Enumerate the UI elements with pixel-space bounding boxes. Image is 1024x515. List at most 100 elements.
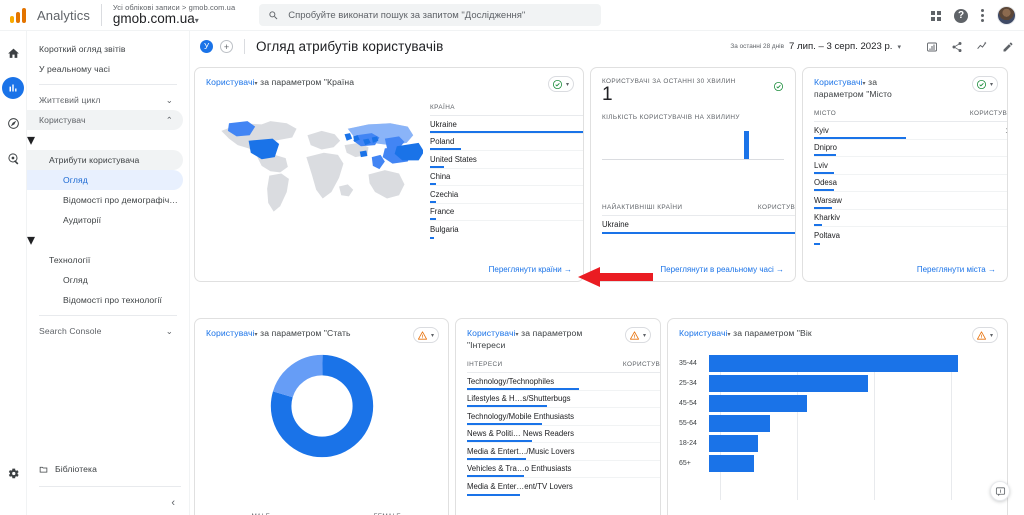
- compare-icon[interactable]: [926, 41, 938, 53]
- sidebar-group-lifecycle[interactable]: Життєвий цикл ⌄: [27, 90, 189, 110]
- sidebar-item-label: Відомості про демографіч…: [63, 195, 178, 205]
- table-row[interactable]: Ukraine 1: [602, 216, 795, 234]
- table-row[interactable]: Odesa28: [814, 175, 1007, 192]
- bar-row[interactable]: 65+: [679, 455, 995, 472]
- sidebar-item-audiences[interactable]: Аудиторії: [27, 210, 189, 230]
- chevron-down-icon[interactable]: ▾: [516, 332, 519, 338]
- annotation-arrow-icon: [578, 267, 653, 287]
- card-metric-label[interactable]: Користувачі: [206, 77, 255, 87]
- insights-icon[interactable]: [976, 40, 989, 53]
- chevron-left-icon[interactable]: ‹: [171, 497, 175, 509]
- table-row[interactable]: Bulgaria3: [430, 221, 583, 239]
- bar-label: 55-64: [679, 419, 697, 427]
- table-row[interactable]: Ukraine338: [430, 116, 583, 134]
- table-row[interactable]: Vehicles & Tra…o Enthusiasts36: [467, 461, 660, 478]
- table-row[interactable]: Dnipro32: [814, 140, 1007, 157]
- sidebar-group-search-console[interactable]: Search Console ⌄: [27, 321, 189, 341]
- sidebar-item-label: Користувач: [39, 115, 86, 125]
- status-badge[interactable]: ▾: [971, 327, 998, 343]
- daterange-value[interactable]: 7 лип. – 3 серп. 2023 р.: [789, 41, 893, 52]
- help-icon[interactable]: ?: [954, 8, 968, 23]
- more-vertical-icon[interactable]: [981, 9, 984, 22]
- cards-board: Користувачі▾ за параметром "Країна ▾ КРА…: [190, 62, 1024, 515]
- table-row[interactable]: Technology/Technophiles70: [467, 373, 660, 391]
- gear-icon[interactable]: [2, 462, 24, 484]
- sidebar-group-user[interactable]: Користувач ⌃: [27, 110, 189, 130]
- view-cities-link[interactable]: Переглянути міста →: [917, 265, 996, 274]
- status-badge[interactable]: ▾: [412, 327, 439, 343]
- explore-icon[interactable]: [2, 112, 24, 134]
- add-comparison-button[interactable]: +: [220, 40, 233, 53]
- sidebar-item-tech[interactable]: ▾ Технології: [27, 230, 189, 270]
- card-metric-label[interactable]: Користувачі: [814, 77, 863, 87]
- card-title: Користувачі▾ за параметром "Вік: [668, 319, 912, 340]
- table-row[interactable]: Lviv29: [814, 157, 1007, 175]
- status-badge[interactable]: ▾: [547, 76, 574, 92]
- sidebar-item-library[interactable]: Бібліотека: [27, 459, 189, 479]
- table-row[interactable]: Czechia5: [430, 186, 583, 204]
- view-countries-link[interactable]: Переглянути країни →: [489, 265, 572, 274]
- sidebar-item-demographics[interactable]: Відомості про демографіч…: [27, 190, 189, 210]
- bar-row[interactable]: 25-34: [679, 375, 995, 392]
- table-row[interactable]: United States12: [430, 151, 583, 169]
- edit-icon[interactable]: [1002, 41, 1014, 53]
- card-metric-label[interactable]: Користувачі: [679, 328, 728, 338]
- bar-row[interactable]: 55-64: [679, 415, 995, 432]
- table-row[interactable]: China5: [430, 169, 583, 186]
- top-bar: Analytics Усі облікові записи > gmob.com…: [0, 0, 1024, 31]
- sidebar-item-overview[interactable]: Огляд: [27, 170, 189, 190]
- sidebar-item-reports-snapshot[interactable]: Короткий огляд звітів: [27, 39, 189, 59]
- account-selector[interactable]: Усі облікові записи > gmob.com.ua gmob.c…: [113, 4, 235, 26]
- card-metric-label[interactable]: Користувачі: [467, 328, 516, 338]
- view-realtime-link[interactable]: Переглянути в реальному часі →: [660, 265, 784, 274]
- card-title: Користувачі▾ за параметром "Стать: [195, 319, 377, 340]
- row-label: Czechia: [430, 189, 459, 199]
- segment-badge[interactable]: У: [200, 40, 213, 53]
- avatar[interactable]: [997, 6, 1016, 25]
- header-actions: За останні 28 днів 7 лип. – 3 серп. 2023…: [730, 40, 1014, 53]
- column-header-metric: КОРИСТУВАЧІ: [757, 204, 795, 211]
- analytics-logo-icon: [9, 7, 31, 23]
- chevron-down-icon[interactable]: ▾: [255, 81, 258, 87]
- row-label: Kyiv: [814, 125, 829, 135]
- sidebar-item-tech-details[interactable]: Відомості про технології: [27, 290, 189, 310]
- card-title: Користувачі▾ за параметром "Інтереси: [456, 319, 586, 351]
- bar-row[interactable]: 35-44: [679, 355, 995, 372]
- table-row[interactable]: Kyiv 131: [814, 122, 1007, 140]
- table-row[interactable]: Poltava9: [814, 227, 1007, 245]
- row-label: China: [430, 172, 451, 182]
- chevron-down-icon[interactable]: ▾: [897, 43, 901, 51]
- bar-row[interactable]: 45-54: [679, 395, 995, 412]
- sidebar-item-tech-overview[interactable]: Огляд: [27, 270, 189, 290]
- feedback-button[interactable]: [990, 481, 1010, 501]
- chevron-down-icon[interactable]: ▾: [728, 332, 731, 338]
- card-dimension-label: за параметром "Країна: [260, 77, 355, 87]
- advertising-icon[interactable]: [2, 147, 24, 169]
- card-title: Користувачі▾ за параметром "Місто: [803, 68, 923, 100]
- check-circle-icon: [552, 79, 563, 89]
- reports-icon[interactable]: [2, 77, 24, 99]
- bar-row[interactable]: 18-24: [679, 435, 995, 452]
- table-row[interactable]: News & Politi… News Readers40: [467, 426, 660, 443]
- apps-grid-icon[interactable]: [931, 10, 941, 21]
- bar-label: 35-44: [679, 359, 697, 367]
- table-row[interactable]: Lifestyles & H…s/Shutterbugs49: [467, 391, 660, 408]
- table-row[interactable]: France5: [430, 204, 583, 221]
- status-badge[interactable]: [773, 78, 784, 94]
- status-badge[interactable]: ▾: [971, 76, 998, 92]
- card-metric-label[interactable]: Користувачі: [206, 328, 255, 338]
- status-badge[interactable]: ▾: [624, 327, 651, 343]
- table-row[interactable]: Kharkiv11: [814, 210, 1007, 227]
- search-input[interactable]: Спробуйте виконати пошук за запитом "Дос…: [259, 4, 602, 26]
- home-icon[interactable]: [2, 42, 24, 64]
- table-row[interactable]: Poland27: [430, 134, 583, 151]
- chevron-down-icon[interactable]: ▾: [863, 81, 866, 87]
- share-icon[interactable]: [951, 41, 963, 53]
- table-row[interactable]: Media & Enter…ent/TV Lovers33: [467, 478, 660, 496]
- table-row[interactable]: Media & Entert…/Music Lovers37: [467, 443, 660, 461]
- sidebar-item-realtime[interactable]: У реальному часі: [27, 59, 189, 79]
- chevron-down-icon[interactable]: ▾: [255, 332, 258, 338]
- sidebar-item-user-attributes[interactable]: ▾ Атрибути користувача: [27, 130, 189, 170]
- table-row[interactable]: Warsaw25: [814, 192, 1007, 210]
- table-row[interactable]: Technology/Mobile Enthusiasts47: [467, 408, 660, 426]
